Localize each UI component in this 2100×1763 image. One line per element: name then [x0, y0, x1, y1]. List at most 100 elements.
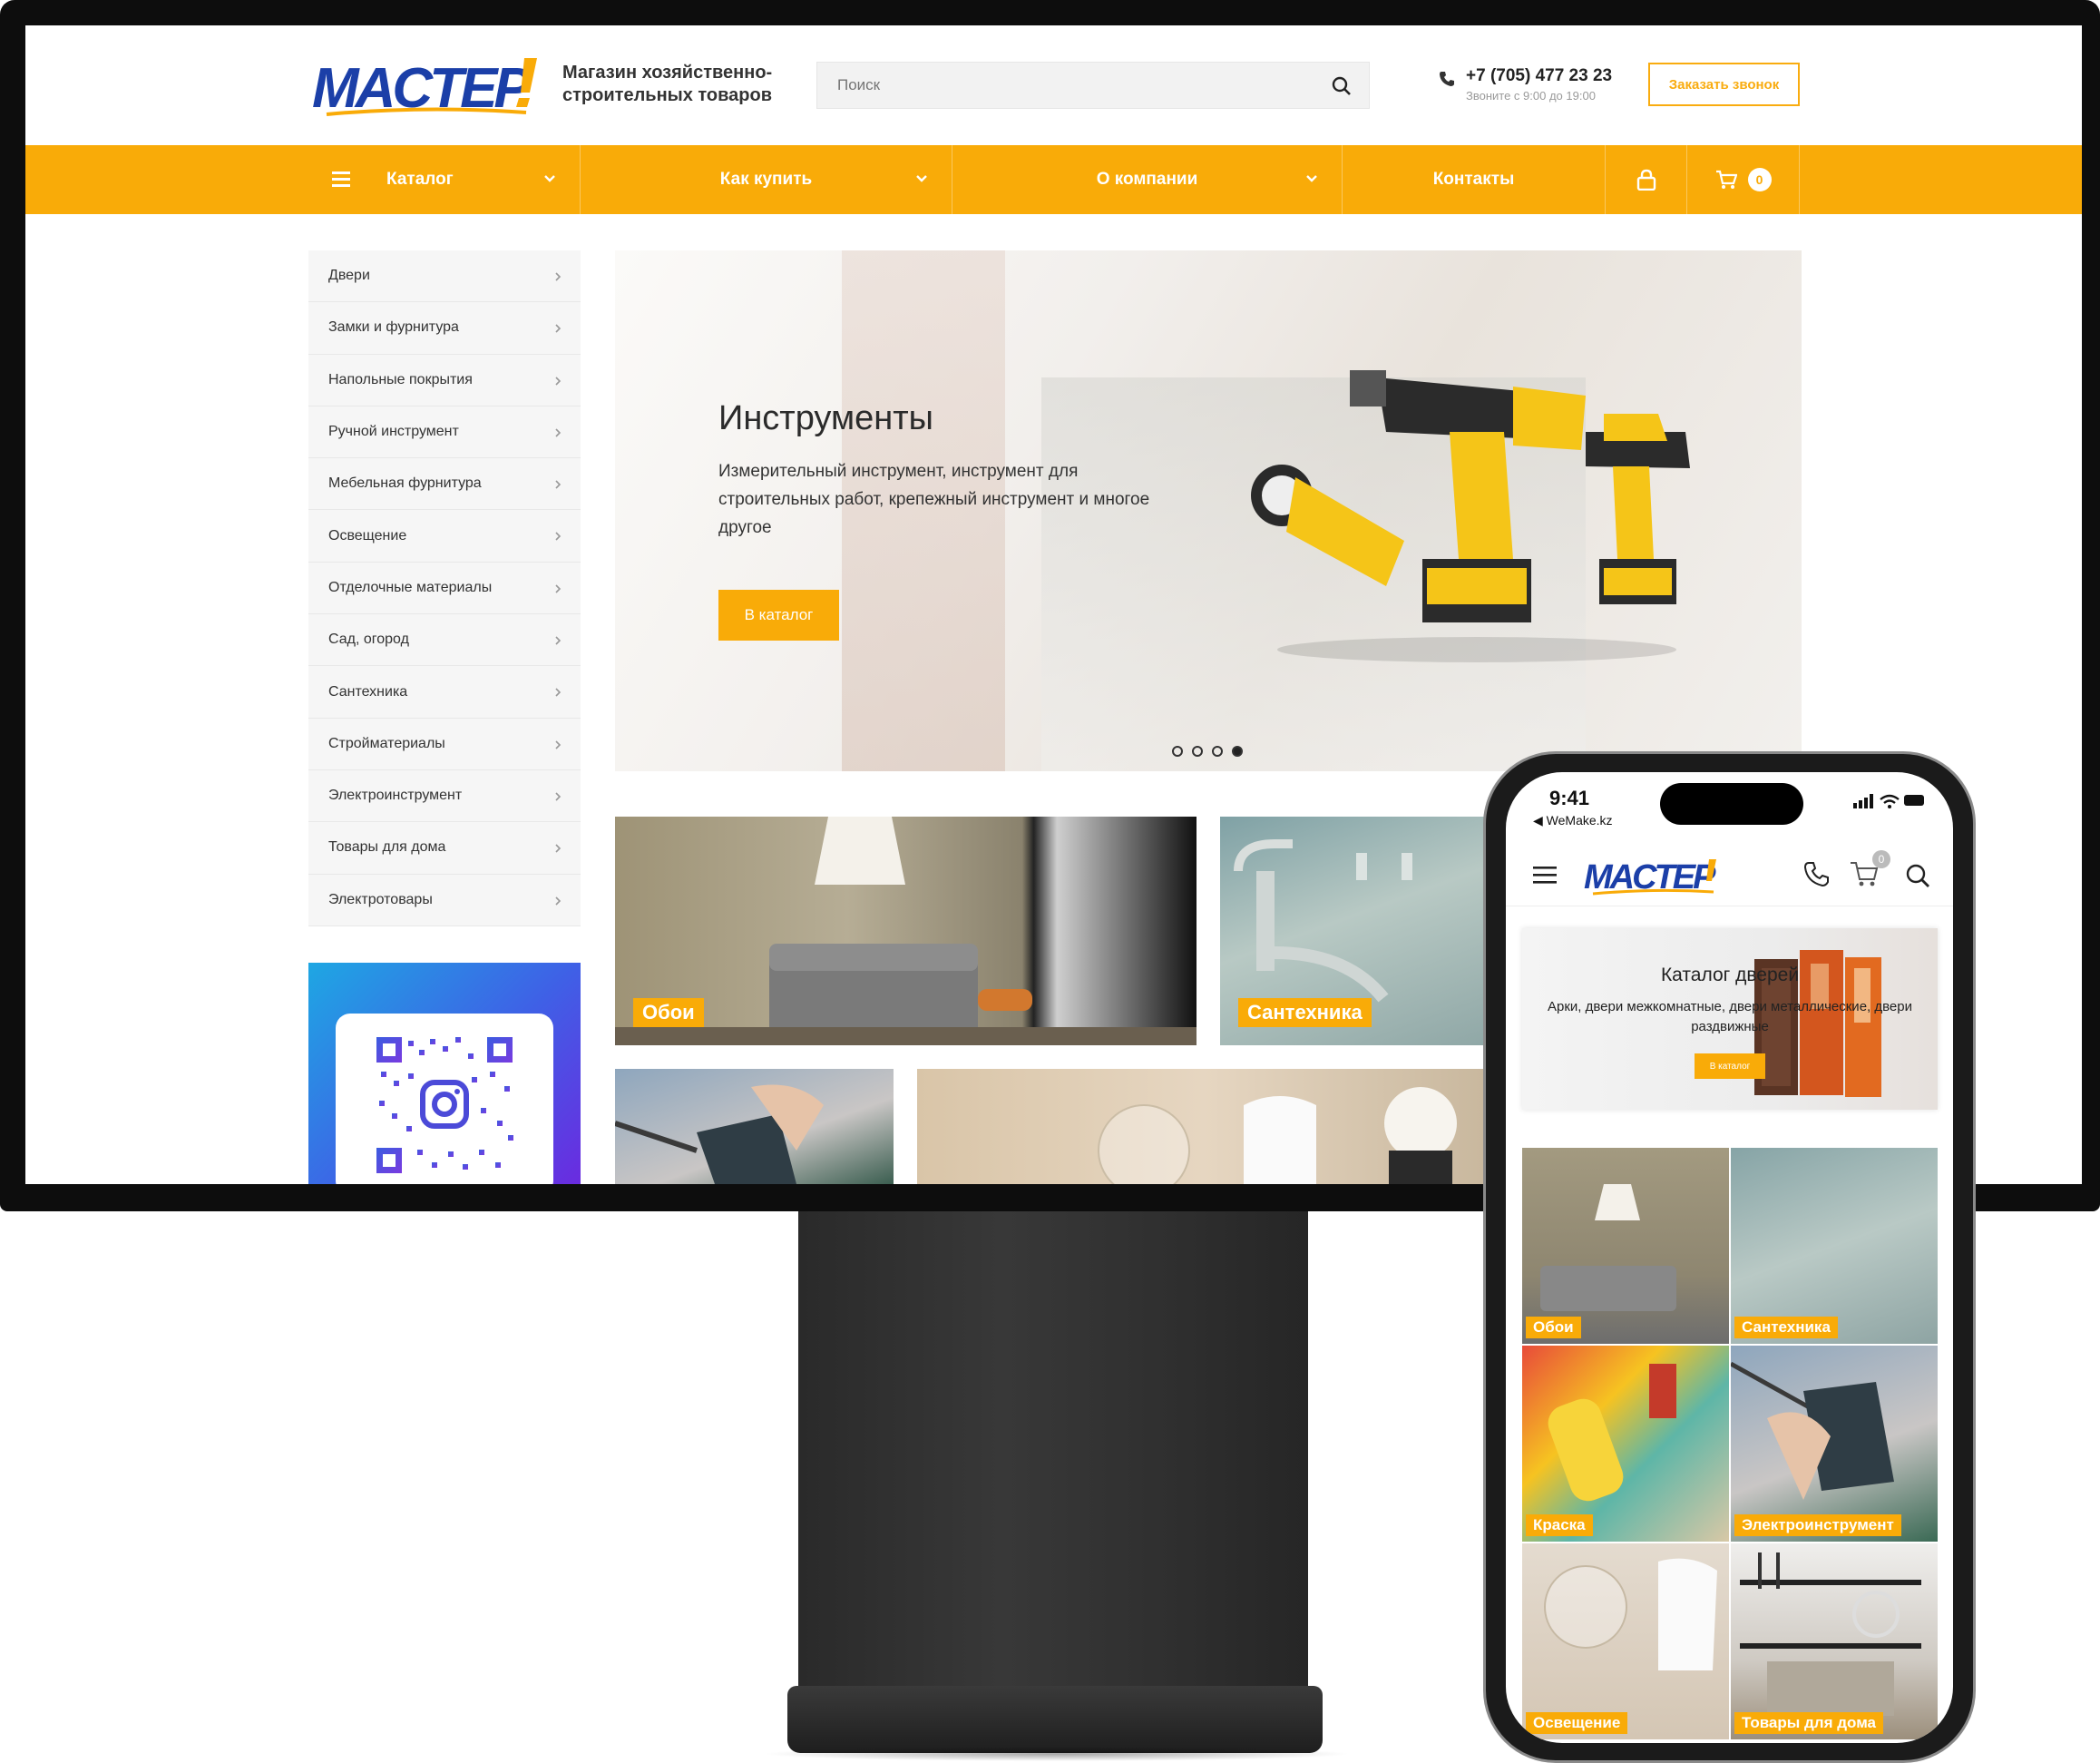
chevron-down-icon — [916, 175, 927, 182]
sidebar-item-label: Электротовары — [328, 891, 433, 907]
phone-hours: Звоните с 9:00 до 19:00 — [1466, 89, 1596, 103]
sidebar-item-label: Стройматериалы — [328, 735, 445, 751]
mobile-hero-button[interactable]: В каталог — [1695, 1053, 1765, 1079]
sidebar-item[interactable]: Товары для дома — [308, 822, 581, 875]
hero-title: Инструменты — [718, 399, 933, 437]
sidebar-item[interactable]: Сантехника — [308, 666, 581, 719]
hero-slider: Инструменты Измерительный инструмент, ин… — [615, 250, 1802, 771]
mobile-tile-label: Товары для дома — [1734, 1712, 1883, 1734]
callback-button[interactable]: Заказать звонок — [1648, 63, 1800, 106]
search-input[interactable] — [817, 63, 1369, 108]
nav-how-to-buy[interactable]: Как купить — [581, 145, 952, 214]
hero-description: Измерительный инструмент, инструмент для… — [718, 462, 1150, 537]
nav-catalog-label: Каталог — [386, 170, 454, 189]
phone-icon — [1440, 72, 1454, 86]
search-icon[interactable] — [1905, 863, 1930, 888]
nav-login[interactable] — [1606, 145, 1687, 214]
mobile-tile-label: Сантехника — [1734, 1317, 1838, 1338]
sidebar-item[interactable]: Стройматериалы — [308, 719, 581, 770]
chevron-right-icon — [555, 844, 562, 853]
mobile-header: MACTEP 0 — [1506, 837, 1953, 906]
sidebar-item[interactable]: Замки и фурнитура — [308, 302, 581, 355]
mobile-tile-santehnika[interactable]: Сантехника — [1731, 1148, 1938, 1344]
chevron-right-icon — [555, 272, 562, 281]
slider-dot[interactable] — [1192, 746, 1203, 757]
chevron-right-icon — [555, 480, 562, 489]
phone-icon[interactable] — [1803, 861, 1829, 886]
dynamic-island — [1660, 783, 1803, 825]
category-tile-lighting[interactable] — [917, 1069, 1492, 1184]
sidebar-item-label: Мебельная фурнитура — [328, 475, 482, 492]
sidebar-item[interactable]: Ручной инструмент — [308, 406, 581, 459]
nav-cart[interactable]: 0 — [1687, 145, 1800, 214]
status-time: 9:41 — [1549, 787, 1590, 809]
site-header: MACTEP Магазин хозяйственно-строительных… — [25, 25, 2082, 145]
cart-icon — [1715, 170, 1737, 189]
sidebar-item[interactable]: Отделочные материалы — [308, 563, 581, 615]
chevron-down-icon — [544, 175, 555, 182]
nav-about[interactable]: О компании — [952, 145, 1343, 214]
store-tagline: Магазин хозяйственно-строительных товаро… — [562, 63, 773, 105]
slider-dot[interactable] — [1232, 746, 1243, 757]
sidebar-item-label: Замки и фурнитура — [328, 319, 459, 336]
power-tools-image — [1251, 370, 1690, 662]
back-to-app[interactable]: ◀ WeMake.kz — [1533, 813, 1613, 828]
mobile-tile-kraska[interactable]: Краска — [1522, 1346, 1729, 1542]
slider-dot[interactable] — [1172, 746, 1183, 757]
sidebar-item-label: Товары для дома — [328, 839, 446, 856]
sidebar-item-label: Освещение — [328, 527, 407, 544]
dish-rack-image — [1740, 1552, 1921, 1716]
qr-code-card — [336, 1014, 553, 1184]
mobile-screen: 9:41 ◀ WeMake.kz MACTEP 0 Каталог дверей… — [1506, 772, 1953, 1743]
sidebar-item[interactable]: Электротовары — [308, 875, 581, 926]
category-tile-drill[interactable] — [615, 1069, 894, 1184]
mobile-tile-lighting[interactable]: Освещение — [1522, 1543, 1729, 1739]
nav-contacts[interactable]: Контакты — [1343, 145, 1606, 214]
master-logo[interactable]: MACTEP — [308, 51, 558, 123]
sidebar-item-label: Сад, огород — [328, 632, 409, 648]
phone-number[interactable]: +7 (705) 477 23 23 — [1466, 66, 1612, 86]
hand-drill-image — [1731, 1361, 1894, 1500]
lock-icon — [1636, 169, 1656, 191]
mobile-tile-label: Освещение — [1526, 1712, 1628, 1734]
chevron-down-icon — [1306, 175, 1317, 182]
light-bulbs-image — [1098, 1087, 1457, 1184]
mobile-hero-title: Каталог дверей — [1660, 965, 1800, 985]
sidebar-item-label: Двери — [328, 268, 370, 284]
menu-icon[interactable] — [1533, 865, 1557, 885]
sidebar-item-label: Ручной инструмент — [328, 424, 459, 440]
qr-code-icon — [376, 1037, 513, 1173]
sidebar-item[interactable]: Мебельная фурнитура — [308, 458, 581, 511]
chevron-right-icon — [555, 792, 562, 801]
master-logo[interactable]: MACTEP — [1582, 854, 1727, 897]
sidebar-item[interactable]: Напольные покрытия — [308, 355, 581, 406]
sidebar-item[interactable]: Электроинструмент — [308, 770, 581, 823]
slider-dot[interactable] — [1212, 746, 1223, 757]
menu-icon — [332, 171, 350, 187]
mobile-tile-home-goods[interactable]: Товары для дома — [1731, 1543, 1938, 1739]
chevron-right-icon — [555, 688, 562, 697]
nav-catalog[interactable]: Каталог — [308, 145, 581, 214]
instagram-qr-banner[interactable] — [308, 963, 581, 1184]
category-tile-oboi[interactable]: Обои — [615, 817, 1197, 1045]
sidebar-item[interactable]: Двери — [308, 250, 581, 303]
sidebar-item[interactable]: Сад, огород — [308, 614, 581, 667]
monitor-stand-base — [787, 1686, 1323, 1753]
sidebar-item-label: Электроинструмент — [328, 788, 463, 804]
search-bar[interactable] — [816, 62, 1370, 109]
nav-about-label: О компании — [1096, 170, 1198, 189]
chevron-right-icon — [555, 896, 562, 906]
paint-roller-image — [1548, 1364, 1676, 1502]
search-icon[interactable] — [1331, 75, 1353, 97]
mobile-tile-oboi[interactable]: Обои — [1522, 1148, 1729, 1344]
sidebar-item[interactable]: Освещение — [308, 510, 581, 563]
cart-count-badge: 0 — [1747, 168, 1772, 191]
light-bulbs-image — [1544, 1558, 1717, 1670]
hand-drill-image — [615, 1084, 824, 1184]
hero-catalog-button[interactable]: В каталог — [718, 590, 839, 641]
mobile-tile-electro-tools[interactable]: Электроинструмент — [1731, 1346, 1938, 1542]
main-nav: Каталог Как купить О компании Контакты 0 — [25, 145, 2082, 214]
chevron-right-icon — [555, 636, 562, 645]
category-tile-santehnika[interactable]: Сантехника — [1220, 817, 1492, 1045]
chevron-right-icon — [555, 377, 562, 386]
